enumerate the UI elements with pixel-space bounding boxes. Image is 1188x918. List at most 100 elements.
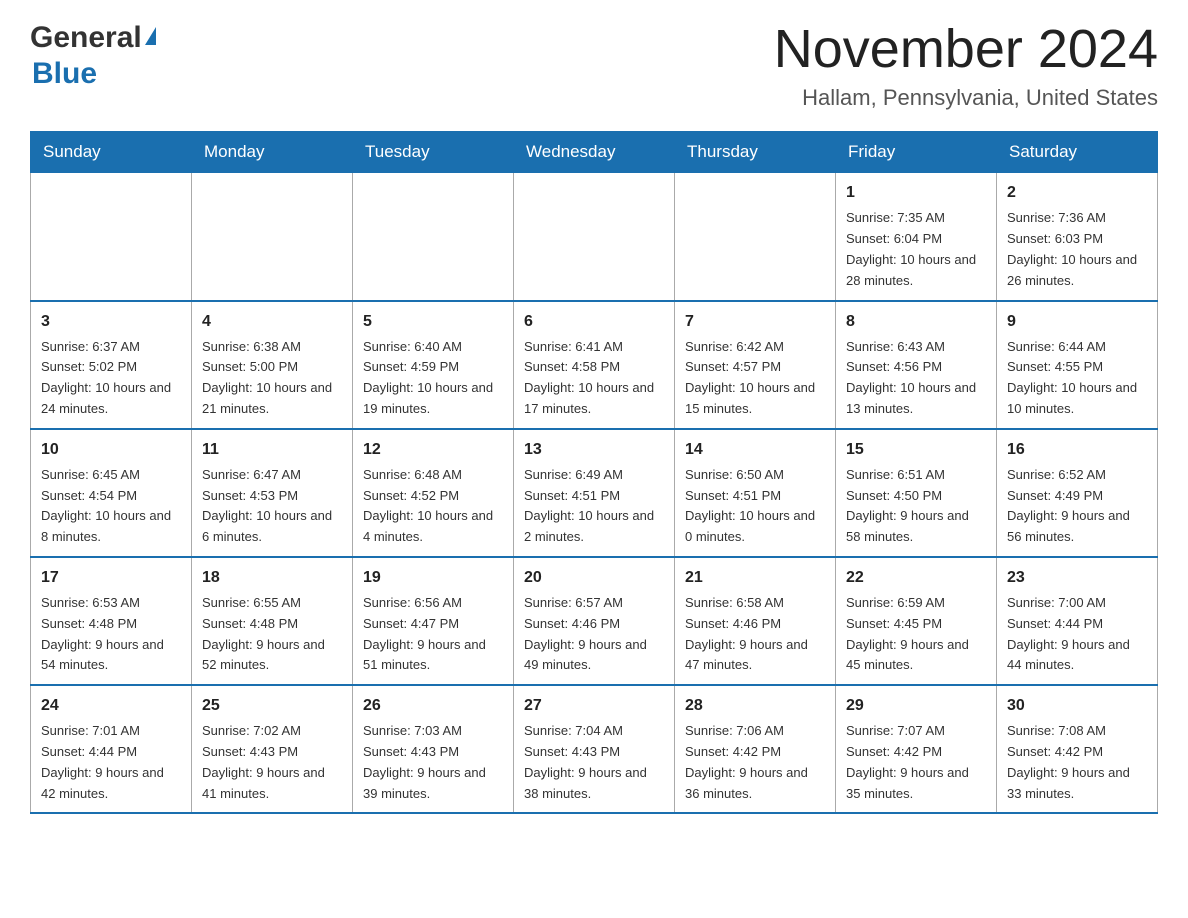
- day-info: Sunrise: 6:51 AM Sunset: 4:50 PM Dayligh…: [846, 465, 986, 548]
- calendar-cell: 3 Sunrise: 6:37 AM Sunset: 5:02 PM Daylig…: [31, 301, 192, 429]
- day-number: 17: [41, 566, 181, 590]
- day-info: Sunrise: 6:49 AM Sunset: 4:51 PM Dayligh…: [524, 465, 664, 548]
- day-number: 26: [363, 694, 503, 718]
- header-sunday: Sunday: [31, 132, 192, 173]
- day-info: Sunrise: 6:55 AM Sunset: 4:48 PM Dayligh…: [202, 593, 342, 676]
- calendar-week-row: 3 Sunrise: 6:37 AM Sunset: 5:02 PM Daylig…: [31, 301, 1158, 429]
- day-number: 1: [846, 181, 986, 205]
- location-subtitle: Hallam, Pennsylvania, United States: [774, 85, 1158, 111]
- day-info: Sunrise: 6:45 AM Sunset: 4:54 PM Dayligh…: [41, 465, 181, 548]
- day-number: 18: [202, 566, 342, 590]
- day-number: 16: [1007, 438, 1147, 462]
- day-info: Sunrise: 7:02 AM Sunset: 4:43 PM Dayligh…: [202, 721, 342, 804]
- day-number: 12: [363, 438, 503, 462]
- day-number: 29: [846, 694, 986, 718]
- day-info: Sunrise: 6:48 AM Sunset: 4:52 PM Dayligh…: [363, 465, 503, 548]
- calendar-cell: 30Sunrise: 7:08 AM Sunset: 4:42 PM Dayli…: [997, 685, 1158, 813]
- day-info: Sunrise: 6:47 AM Sunset: 4:53 PM Dayligh…: [202, 465, 342, 548]
- day-number: 10: [41, 438, 181, 462]
- calendar-week-row: 17 Sunrise: 6:53 AM Sunset: 4:48 PM Dayli…: [31, 557, 1158, 685]
- day-number: 3: [41, 310, 181, 334]
- day-info: Sunrise: 7:08 AM Sunset: 4:42 PM Dayligh…: [1007, 721, 1147, 804]
- calendar-cell: 23Sunrise: 7:00 AM Sunset: 4:44 PM Dayli…: [997, 557, 1158, 685]
- calendar-cell: 22 Sunrise: 6:59 AM Sunset: 4:45 PM Dayli…: [836, 557, 997, 685]
- day-info: Sunrise: 7:06 AM Sunset: 4:42 PM Dayligh…: [685, 721, 825, 804]
- header-wednesday: Wednesday: [514, 132, 675, 173]
- day-number: 14: [685, 438, 825, 462]
- day-info: Sunrise: 7:01 AM Sunset: 4:44 PM Dayligh…: [41, 721, 181, 804]
- day-info: Sunrise: 6:56 AM Sunset: 4:47 PM Dayligh…: [363, 593, 503, 676]
- day-number: 9: [1007, 310, 1147, 334]
- day-info: Sunrise: 6:43 AM Sunset: 4:56 PM Dayligh…: [846, 337, 986, 420]
- calendar-cell: 29 Sunrise: 7:07 AM Sunset: 4:42 PM Dayli…: [836, 685, 997, 813]
- calendar-cell: [514, 173, 675, 301]
- header-thursday: Thursday: [675, 132, 836, 173]
- day-info: Sunrise: 7:00 AM Sunset: 4:44 PM Dayligh…: [1007, 593, 1147, 676]
- calendar-table: SundayMondayTuesdayWednesdayThursdayFrid…: [30, 131, 1158, 814]
- day-number: 4: [202, 310, 342, 334]
- day-number: 13: [524, 438, 664, 462]
- calendar-cell: 18 Sunrise: 6:55 AM Sunset: 4:48 PM Dayli…: [192, 557, 353, 685]
- calendar-cell: 12 Sunrise: 6:48 AM Sunset: 4:52 PM Dayli…: [353, 429, 514, 557]
- day-info: Sunrise: 6:50 AM Sunset: 4:51 PM Dayligh…: [685, 465, 825, 548]
- day-number: 22: [846, 566, 986, 590]
- calendar-week-row: 10 Sunrise: 6:45 AM Sunset: 4:54 PM Dayli…: [31, 429, 1158, 557]
- calendar-cell: 9 Sunrise: 6:44 AM Sunset: 4:55 PM Daylig…: [997, 301, 1158, 429]
- title-area: November 2024 Hallam, Pennsylvania, Unit…: [774, 20, 1158, 111]
- header-monday: Monday: [192, 132, 353, 173]
- logo-general-text: General: [30, 20, 142, 56]
- day-info: Sunrise: 6:44 AM Sunset: 4:55 PM Dayligh…: [1007, 337, 1147, 420]
- calendar-cell: 10 Sunrise: 6:45 AM Sunset: 4:54 PM Dayli…: [31, 429, 192, 557]
- day-number: 15: [846, 438, 986, 462]
- day-info: Sunrise: 6:57 AM Sunset: 4:46 PM Dayligh…: [524, 593, 664, 676]
- calendar-week-row: 1Sunrise: 7:35 AM Sunset: 6:04 PM Daylig…: [31, 173, 1158, 301]
- day-info: Sunrise: 6:38 AM Sunset: 5:00 PM Dayligh…: [202, 337, 342, 420]
- calendar-cell: [353, 173, 514, 301]
- calendar-cell: [31, 173, 192, 301]
- day-number: 24: [41, 694, 181, 718]
- calendar-cell: 24 Sunrise: 7:01 AM Sunset: 4:44 PM Dayli…: [31, 685, 192, 813]
- calendar-cell: 7Sunrise: 6:42 AM Sunset: 4:57 PM Daylig…: [675, 301, 836, 429]
- calendar-cell: 14 Sunrise: 6:50 AM Sunset: 4:51 PM Dayli…: [675, 429, 836, 557]
- calendar-cell: 17 Sunrise: 6:53 AM Sunset: 4:48 PM Dayli…: [31, 557, 192, 685]
- day-info: Sunrise: 6:59 AM Sunset: 4:45 PM Dayligh…: [846, 593, 986, 676]
- day-number: 19: [363, 566, 503, 590]
- day-number: 6: [524, 310, 664, 334]
- day-info: Sunrise: 7:07 AM Sunset: 4:42 PM Dayligh…: [846, 721, 986, 804]
- calendar-cell: 6 Sunrise: 6:41 AM Sunset: 4:58 PM Daylig…: [514, 301, 675, 429]
- header-tuesday: Tuesday: [353, 132, 514, 173]
- calendar-cell: 1Sunrise: 7:35 AM Sunset: 6:04 PM Daylig…: [836, 173, 997, 301]
- header: General Blue November 2024 Hallam, Penns…: [30, 20, 1158, 111]
- day-number: 5: [363, 310, 503, 334]
- calendar-cell: 25Sunrise: 7:02 AM Sunset: 4:43 PM Dayli…: [192, 685, 353, 813]
- logo-blue-text: Blue: [32, 56, 97, 92]
- day-info: Sunrise: 6:42 AM Sunset: 4:57 PM Dayligh…: [685, 337, 825, 420]
- calendar-cell: 11 Sunrise: 6:47 AM Sunset: 4:53 PM Dayli…: [192, 429, 353, 557]
- calendar-cell: 20 Sunrise: 6:57 AM Sunset: 4:46 PM Dayli…: [514, 557, 675, 685]
- day-info: Sunrise: 7:36 AM Sunset: 6:03 PM Dayligh…: [1007, 208, 1147, 291]
- calendar-cell: 21 Sunrise: 6:58 AM Sunset: 4:46 PM Dayli…: [675, 557, 836, 685]
- day-number: 20: [524, 566, 664, 590]
- day-info: Sunrise: 6:58 AM Sunset: 4:46 PM Dayligh…: [685, 593, 825, 676]
- calendar-cell: 28Sunrise: 7:06 AM Sunset: 4:42 PM Dayli…: [675, 685, 836, 813]
- day-info: Sunrise: 6:53 AM Sunset: 4:48 PM Dayligh…: [41, 593, 181, 676]
- calendar-cell: [675, 173, 836, 301]
- day-info: Sunrise: 6:37 AM Sunset: 5:02 PM Dayligh…: [41, 337, 181, 420]
- calendar-cell: 16Sunrise: 6:52 AM Sunset: 4:49 PM Dayli…: [997, 429, 1158, 557]
- day-info: Sunrise: 7:04 AM Sunset: 4:43 PM Dayligh…: [524, 721, 664, 804]
- day-number: 2: [1007, 181, 1147, 205]
- day-info: Sunrise: 7:03 AM Sunset: 4:43 PM Dayligh…: [363, 721, 503, 804]
- calendar-cell: 4 Sunrise: 6:38 AM Sunset: 5:00 PM Daylig…: [192, 301, 353, 429]
- header-friday: Friday: [836, 132, 997, 173]
- logo-triangle-icon: [145, 27, 156, 45]
- calendar-cell: 5 Sunrise: 6:40 AM Sunset: 4:59 PM Daylig…: [353, 301, 514, 429]
- day-number: 11: [202, 438, 342, 462]
- day-number: 21: [685, 566, 825, 590]
- calendar-cell: 27Sunrise: 7:04 AM Sunset: 4:43 PM Dayli…: [514, 685, 675, 813]
- calendar-cell: 13 Sunrise: 6:49 AM Sunset: 4:51 PM Dayli…: [514, 429, 675, 557]
- calendar-cell: 8Sunrise: 6:43 AM Sunset: 4:56 PM Daylig…: [836, 301, 997, 429]
- calendar-cell: [192, 173, 353, 301]
- calendar-cell: 15 Sunrise: 6:51 AM Sunset: 4:50 PM Dayli…: [836, 429, 997, 557]
- day-info: Sunrise: 6:41 AM Sunset: 4:58 PM Dayligh…: [524, 337, 664, 420]
- day-info: Sunrise: 6:40 AM Sunset: 4:59 PM Dayligh…: [363, 337, 503, 420]
